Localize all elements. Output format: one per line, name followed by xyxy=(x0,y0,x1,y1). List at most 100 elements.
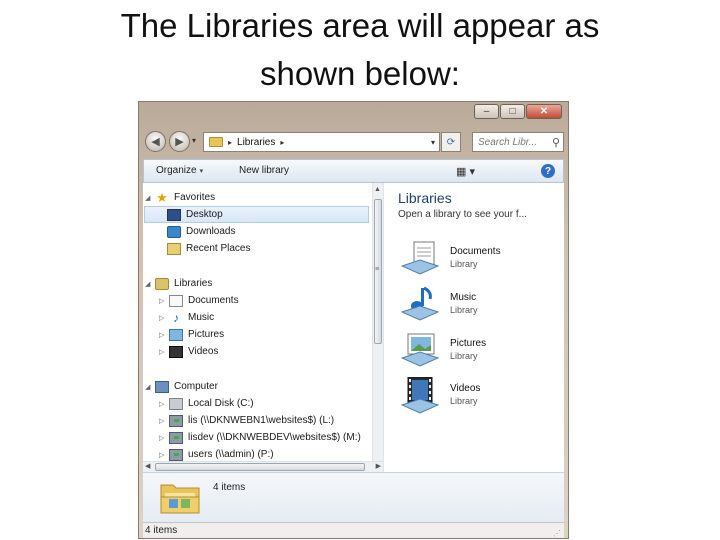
tree-label: Videos xyxy=(188,346,219,357)
expand-icon[interactable]: ▷ xyxy=(159,417,169,425)
address-dropdown-icon[interactable]: ▾ xyxy=(431,138,435,147)
pictures-icon xyxy=(169,328,183,341)
recent-places-icon xyxy=(167,242,181,255)
breadcrumb-separator[interactable]: ▸ xyxy=(228,138,232,147)
library-kind: Library xyxy=(450,351,478,361)
resize-grip-icon[interactable]: ⋰ xyxy=(553,529,561,538)
maximize-button[interactable]: □ xyxy=(500,104,525,119)
desktop-icon xyxy=(167,208,181,221)
collapse-icon[interactable]: ◢ xyxy=(145,280,155,288)
tree-item-desktop[interactable]: Desktop xyxy=(144,206,369,223)
tree-label: Recent Places xyxy=(186,243,251,254)
library-name: Pictures xyxy=(450,338,487,349)
expand-icon[interactable]: ▷ xyxy=(159,348,169,356)
collapse-icon[interactable]: ◢ xyxy=(145,194,155,202)
tree-item-videos[interactable]: ▷ Videos xyxy=(159,343,218,360)
status-bar: 4 items ⋰ xyxy=(143,522,564,538)
library-item-videos[interactable]: Videos Library xyxy=(400,377,560,417)
tree-computer[interactable]: ◢ Computer xyxy=(145,378,218,395)
nav-horizontal-scrollbar[interactable]: ◀ ▶ xyxy=(143,461,383,472)
network-drive-icon xyxy=(169,414,183,427)
tree-label: lis (\\DKNWEBN1\websites$) (L:) xyxy=(188,415,335,426)
slide-title-line-1: The Libraries area will appear as xyxy=(120,7,600,44)
library-name: Music xyxy=(450,292,477,303)
collapse-icon[interactable]: ◢ xyxy=(145,383,155,391)
tree-favorites[interactable]: ◢ ★ Favorites xyxy=(145,189,215,206)
scroll-left-arrow[interactable]: ◀ xyxy=(145,462,150,470)
library-item-pictures[interactable]: Pictures Library xyxy=(400,332,560,372)
star-icon: ★ xyxy=(156,189,168,205)
organize-button[interactable]: Organize ▾ xyxy=(156,165,203,176)
navigation-pane[interactable]: ◢ ★ Favorites Desktop Downloads Recent P… xyxy=(143,183,384,472)
library-name: Documents xyxy=(450,246,501,257)
music-icon: ♪ xyxy=(173,310,179,325)
tree-label: Computer xyxy=(174,381,218,392)
help-icon[interactable]: ? xyxy=(541,164,555,178)
horizontal-scroll-thumb[interactable] xyxy=(155,463,365,471)
search-icon[interactable]: ⚲ xyxy=(552,136,560,149)
videos-library-icon xyxy=(400,377,440,414)
tree-label: Local Disk (C:) xyxy=(188,398,254,409)
forward-button[interactable]: ▶ xyxy=(169,131,190,152)
scroll-up-arrow[interactable]: ▲ xyxy=(374,186,381,193)
library-content-pane: Libraries Open a library to see your f..… xyxy=(384,183,564,472)
tree-label: Desktop xyxy=(186,209,223,220)
tree-label: users (\\admin) (P:) xyxy=(188,449,274,460)
item-count: 4 items xyxy=(213,482,246,493)
nav-vertical-scrollbar[interactable]: ▲ ≡ ▼ xyxy=(372,183,383,472)
expand-icon[interactable]: ▷ xyxy=(159,297,169,305)
organize-dropdown-icon: ▾ xyxy=(199,168,204,175)
recent-pages-dropdown[interactable]: ▾ xyxy=(192,136,196,145)
videos-icon xyxy=(169,345,183,358)
scroll-right-arrow[interactable]: ▶ xyxy=(376,462,381,470)
tree-item-documents[interactable]: ▷ Documents xyxy=(159,292,239,309)
library-item-documents[interactable]: Documents Library xyxy=(400,240,560,280)
tree-label: Music xyxy=(188,312,215,323)
expand-icon[interactable]: ▷ xyxy=(159,451,169,459)
tree-label: Pictures xyxy=(188,329,225,340)
tree-item-recent-places[interactable]: Recent Places xyxy=(167,240,250,257)
network-drive-icon xyxy=(169,431,183,444)
caption-buttons: – □ ✕ xyxy=(474,104,562,119)
minimize-button[interactable]: – xyxy=(474,104,499,119)
tree-item-local-disk[interactable]: ▷ Local Disk (C:) xyxy=(159,395,254,412)
tree-libraries[interactable]: ◢ Libraries xyxy=(145,275,212,292)
tree-item-pictures[interactable]: ▷ Pictures xyxy=(159,326,224,343)
tree-item-downloads[interactable]: Downloads xyxy=(167,223,235,240)
breadcrumb-libraries[interactable]: Libraries xyxy=(237,137,275,148)
scroll-grip-icon: ≡ xyxy=(375,266,380,273)
command-bar: Organize ▾ New library ▦ ▾ ? xyxy=(143,159,564,183)
tree-item-network-drive-m[interactable]: ▷ lisdev (\\DKNWEBDEV\websites$) (M:) xyxy=(159,429,361,446)
refresh-button[interactable]: ⟳ xyxy=(441,132,461,152)
slide-title-line-2: shown below: xyxy=(260,55,460,92)
content-title: Libraries xyxy=(398,190,452,206)
close-button[interactable]: ✕ xyxy=(526,104,562,119)
documents-icon xyxy=(169,294,183,307)
search-placeholder: Search Libr... xyxy=(478,136,538,148)
tree-label: Libraries xyxy=(174,278,213,289)
expand-icon[interactable]: ▷ xyxy=(159,331,169,339)
search-input[interactable]: Search Libr... ⚲ xyxy=(472,132,564,152)
documents-library-icon xyxy=(400,241,440,275)
tree-label: lisdev (\\DKNWEBDEV\websites$) (M:) xyxy=(188,432,361,443)
details-pane: 4 items xyxy=(143,472,564,523)
address-row: ◀ ▶ ▾ ▸ Libraries ▸ ▾ ⟳ Search Libr... ⚲ xyxy=(139,127,568,157)
expand-icon[interactable]: ▷ xyxy=(159,434,169,442)
network-drive-icon xyxy=(169,448,183,461)
new-library-button[interactable]: New library xyxy=(239,165,289,176)
tree-label: Favorites xyxy=(174,192,216,203)
tree-label: Downloads xyxy=(186,226,236,237)
change-view-icon[interactable]: ▦ ▾ xyxy=(456,165,475,178)
content-subtitle: Open a library to see your f... xyxy=(398,209,527,220)
slide-title: The Libraries area will appear as shown … xyxy=(0,2,720,98)
expand-icon[interactable]: ▷ xyxy=(159,314,169,322)
computer-icon xyxy=(155,380,169,393)
address-bar[interactable]: ▸ Libraries ▸ ▾ xyxy=(203,132,440,152)
library-folder-icon xyxy=(209,137,223,147)
tree-item-network-drive-l[interactable]: ▷ lis (\\DKNWEBN1\websites$) (L:) xyxy=(159,412,334,429)
expand-icon[interactable]: ▷ xyxy=(159,400,169,408)
library-item-music[interactable]: Music Library xyxy=(400,286,560,326)
tree-item-music[interactable]: ▷ ♪ Music xyxy=(159,309,214,326)
back-button[interactable]: ◀ xyxy=(145,131,166,152)
breadcrumb-chevron[interactable]: ▸ xyxy=(280,138,284,147)
